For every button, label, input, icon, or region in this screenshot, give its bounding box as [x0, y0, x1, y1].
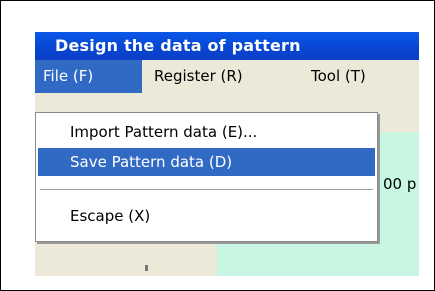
menu-tool[interactable]: Tool (T)	[303, 60, 374, 93]
obscured-glyph	[145, 265, 148, 271]
menu-item-import-pattern-data[interactable]: Import Pattern data (E)...	[38, 118, 375, 146]
menu-item-escape[interactable]: Escape (X)	[38, 202, 375, 230]
menu-separator	[40, 189, 373, 191]
menu-file[interactable]: File (F)	[35, 60, 142, 93]
partial-text: 00 p	[383, 175, 417, 193]
window-title: Design the data of pattern	[55, 36, 301, 55]
window-title-bar: Design the data of pattern	[35, 32, 419, 60]
menu-register[interactable]: Register (R)	[146, 60, 251, 93]
menu-bar: File (F) Register (R) Tool (T)	[35, 60, 419, 93]
file-menu-dropdown: Import Pattern data (E)... Save Pattern …	[35, 112, 378, 242]
menu-item-save-pattern-data[interactable]: Save Pattern data (D)	[38, 148, 375, 176]
